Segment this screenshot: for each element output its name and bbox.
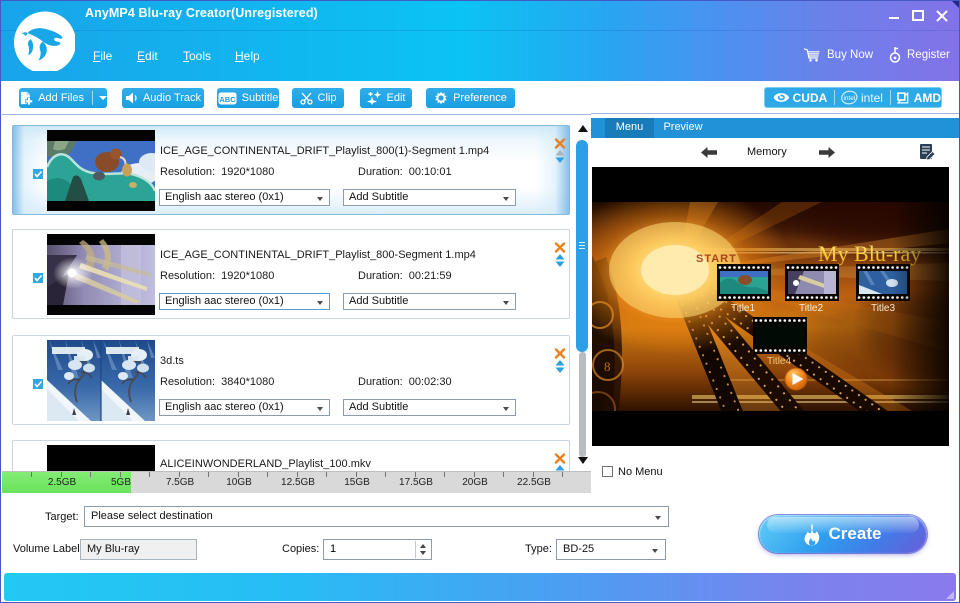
svg-text:Title3: Title3 (871, 303, 896, 314)
svg-text:intel: intel (844, 95, 856, 102)
svg-text:Title1: Title1 (731, 303, 756, 314)
svg-text:ABC: ABC (219, 94, 236, 103)
svg-text:Title2: Title2 (799, 303, 824, 314)
svg-text:8: 8 (604, 359, 611, 374)
svg-text:START: START (696, 253, 737, 265)
svg-text:Title4: Title4 (767, 356, 792, 367)
